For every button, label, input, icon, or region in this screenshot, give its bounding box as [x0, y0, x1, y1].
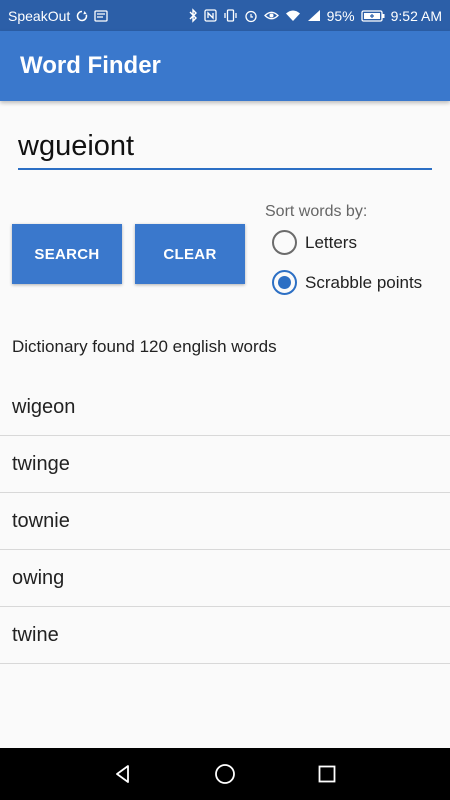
letters-input-value: wgueiont: [18, 130, 135, 162]
back-icon[interactable]: [108, 759, 138, 789]
sort-option-scrabble-label: Scrabble points: [305, 272, 423, 292]
word-list-item[interactable]: twinge: [0, 436, 450, 493]
sync-icon: [76, 10, 88, 22]
sort-option-scrabble[interactable]: Scrabble points: [272, 270, 422, 295]
signal-icon: [307, 9, 321, 22]
wifi-icon: [285, 9, 301, 22]
letters-input[interactable]: wgueiont: [18, 124, 432, 170]
clock: 9:52 AM: [390, 7, 442, 24]
battery-percent: 95%: [326, 7, 355, 24]
word-list: wigeon twinge townie owing twine: [0, 379, 450, 664]
navigation-bar: [0, 748, 450, 800]
word-list-item[interactable]: wigeon: [0, 379, 450, 436]
recents-icon[interactable]: [312, 759, 342, 789]
nfc-icon: [203, 9, 217, 22]
home-icon[interactable]: [210, 759, 240, 789]
sort-option-letters-label: Letters: [305, 232, 357, 252]
battery-icon: [360, 9, 385, 22]
search-button[interactable]: SEARCH: [12, 224, 122, 284]
clear-button[interactable]: CLEAR: [135, 224, 245, 284]
vibrate-icon: [223, 9, 238, 22]
bluetooth-icon: [188, 8, 198, 23]
sort-option-letters[interactable]: Letters: [272, 230, 357, 255]
word-list-item[interactable]: townie: [0, 493, 450, 550]
radio-scrabble-points[interactable]: [272, 270, 297, 295]
status-bar: SpeakOut 95% 9:52 AM: [0, 0, 450, 31]
word-list-item[interactable]: owing: [0, 550, 450, 607]
radio-selected-dot: [278, 276, 291, 289]
app-title: Word Finder: [20, 52, 161, 79]
alarm-icon: [244, 9, 258, 23]
notification-icon: [94, 9, 108, 22]
sort-label: Sort words by:: [265, 203, 368, 220]
radio-letters[interactable]: [272, 230, 297, 255]
word-list-item[interactable]: twine: [0, 607, 450, 664]
result-summary: Dictionary found 120 english words: [12, 337, 277, 356]
carrier-label: SpeakOut: [8, 7, 71, 24]
app-bar: Word Finder: [0, 31, 450, 101]
eye-icon: [263, 10, 279, 21]
